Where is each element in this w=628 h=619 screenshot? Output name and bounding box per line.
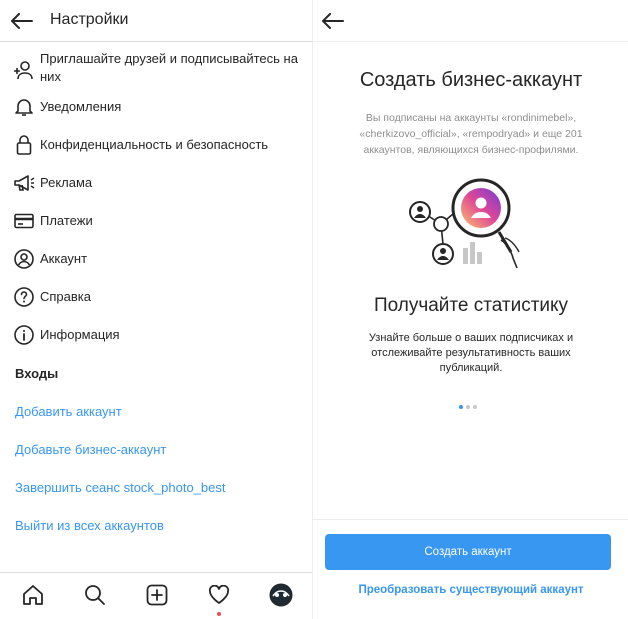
menu-item-label: Уведомления	[40, 99, 122, 114]
account-icon	[13, 248, 35, 270]
statistics-illustration	[409, 178, 520, 269]
pager-dot	[466, 405, 470, 409]
arrow-left-icon	[322, 13, 344, 29]
pager-dots	[459, 404, 483, 410]
menu-item-privacy[interactable]: Конфиденциальность и безопасность	[0, 134, 312, 156]
add-person-icon	[13, 59, 35, 81]
menu-item-label: Реклама	[40, 175, 93, 190]
add-business-account-link[interactable]: Добавьте бизнес-аккаунт	[15, 442, 166, 457]
business-title: Создать бизнес-аккаунт	[359, 69, 583, 91]
menu-item-label: Аккаунт	[40, 251, 88, 266]
add-account-link[interactable]: Добавить аккаунт	[15, 404, 122, 419]
header-divider	[313, 41, 628, 42]
business-account-screen: Создать бизнес-аккаунт Вы подписаны на а…	[312, 0, 628, 619]
statistics-description: Узнайте больше о ваших подписчиках и отс…	[368, 332, 574, 374]
info-icon	[13, 324, 35, 346]
menu-item-label: Конфиденциальность и безопасность	[40, 137, 269, 152]
menu-item-account[interactable]: Аккаунт	[0, 248, 312, 270]
home-icon[interactable]	[20, 582, 46, 608]
logout-all-link[interactable]: Выйти из всех аккаунтов	[15, 518, 164, 533]
add-post-icon[interactable]	[144, 582, 170, 608]
card-icon	[13, 210, 35, 232]
notification-dot	[217, 612, 221, 616]
logout-link[interactable]: Завершить сеанс stock_photo_best	[15, 480, 226, 495]
lock-icon	[13, 134, 35, 156]
menu-item-about[interactable]: Информация	[0, 324, 312, 346]
bottom-nav-bar	[0, 572, 312, 619]
create-account-button[interactable]: Создать аккаунт	[325, 534, 611, 570]
menu-item-payments[interactable]: Платежи	[0, 210, 312, 232]
arrow-left-icon	[11, 13, 33, 29]
pager-dot	[459, 405, 463, 409]
settings-header: Настройки	[0, 0, 312, 42]
help-icon	[13, 286, 35, 308]
heart-icon[interactable]	[206, 582, 232, 608]
menu-item-notifications[interactable]: Уведомления	[0, 96, 312, 118]
menu-item-help[interactable]: Справка	[0, 286, 312, 308]
menu-item-ads[interactable]: Реклама	[0, 172, 312, 194]
header-divider	[0, 41, 312, 42]
menu-item-label: Информация	[40, 327, 120, 342]
footer-divider	[313, 519, 628, 520]
megaphone-icon	[13, 172, 35, 194]
menu-item-invite-friends[interactable]: Приглашайте друзей и подписывайтесь на н…	[0, 50, 312, 86]
business-description: Вы подписаны на аккаунты «rondinimebel»,…	[359, 112, 583, 156]
bell-icon	[13, 96, 35, 118]
search-icon[interactable]	[82, 582, 108, 608]
back-button[interactable]	[8, 9, 36, 33]
business-header	[313, 0, 628, 42]
menu-item-label: Платежи	[40, 213, 93, 228]
menu-item-label: Приглашайте друзей и подписывайтесь на н…	[40, 51, 298, 84]
profile-avatar[interactable]	[268, 582, 294, 608]
convert-account-link[interactable]: Преобразовать существующий аккаунт	[313, 584, 628, 596]
logins-section-title: Входы	[15, 366, 59, 381]
page-title: Настройки	[50, 11, 129, 28]
menu-item-label: Справка	[40, 289, 91, 304]
statistics-title: Получайте статистику	[373, 295, 569, 316]
pager-dot	[473, 405, 477, 409]
settings-screen: Настройки Приглашайте друзей и подписыва…	[0, 0, 312, 619]
back-button[interactable]	[319, 9, 347, 33]
